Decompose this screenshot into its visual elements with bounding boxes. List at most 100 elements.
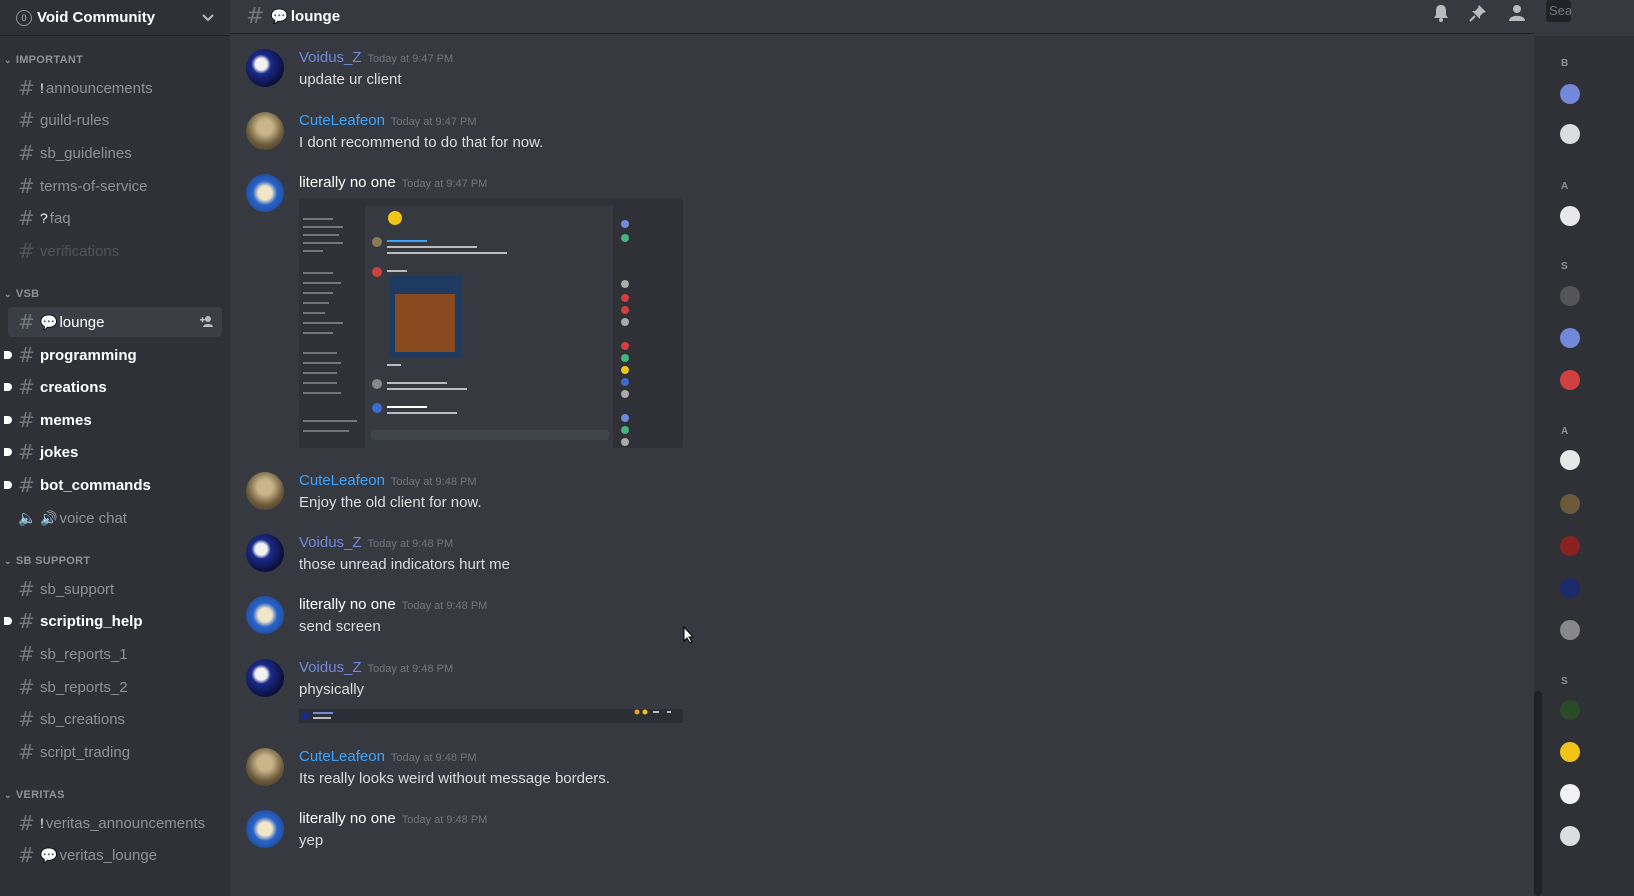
channel-veritas-lounge[interactable]: # 💬 veritas_lounge	[8, 840, 222, 870]
channel-voice-chat[interactable]: 🔈 🔊 voice chat	[8, 503, 222, 533]
hash-icon: #	[18, 740, 35, 764]
channel-sb-guidelines[interactable]: # sb_guidelines	[8, 138, 222, 168]
message-author[interactable]: Voidus_Z	[299, 534, 362, 551]
avatar[interactable]	[246, 596, 284, 634]
message-author[interactable]: literally no one	[299, 810, 396, 827]
scrollbar-thumb[interactable]	[1534, 691, 1542, 896]
avatar[interactable]	[1560, 494, 1580, 514]
category-label: VSB	[15, 288, 40, 300]
attachment-image[interactable]	[299, 198, 683, 448]
avatar[interactable]	[1560, 370, 1580, 390]
avatar[interactable]	[1560, 700, 1580, 720]
channel-terms-of-service[interactable]: # terms-of-service	[8, 171, 222, 201]
message-author[interactable]: CuteLeafeon	[299, 472, 385, 489]
category-important[interactable]: ⌄ IMPORTANT	[4, 54, 83, 66]
channel-creations[interactable]: # creations	[4, 372, 222, 402]
channel-label: bot_commands	[40, 476, 151, 494]
hash-icon: #	[18, 343, 35, 367]
add-member-icon[interactable]	[200, 315, 214, 330]
avatar[interactable]	[1560, 742, 1580, 762]
channel-jokes[interactable]: # jokes	[4, 437, 222, 467]
avatar[interactable]	[246, 534, 284, 572]
channel-lounge[interactable]: # 💬 lounge	[8, 307, 222, 337]
message-text: update ur client	[299, 71, 402, 88]
channel-label: jokes	[40, 443, 79, 461]
channel-veritas-announcements[interactable]: #! veritas_announcements	[8, 808, 222, 838]
avatar[interactable]	[1560, 450, 1580, 470]
hash-icon: #	[18, 811, 35, 835]
message-text: yep	[299, 832, 324, 849]
unread-indicator	[4, 351, 12, 359]
channel-label: scripting_help	[40, 612, 143, 630]
avatar[interactable]	[246, 112, 284, 150]
message-author[interactable]: CuteLeafeon	[299, 112, 385, 129]
hash-icon: #	[18, 141, 35, 165]
channel-label: terms-of-service	[40, 177, 148, 195]
hash-icon: #	[18, 609, 35, 633]
pin-icon[interactable]	[1469, 4, 1487, 27]
scrollbar[interactable]	[1534, 36, 1542, 896]
message-text: I dont recommend to do that for now.	[299, 134, 544, 151]
member-list: B A S A S	[1542, 36, 1634, 896]
avatar[interactable]	[246, 174, 284, 212]
avatar[interactable]	[1560, 124, 1580, 144]
avatar[interactable]	[246, 49, 284, 87]
avatar[interactable]	[1560, 826, 1580, 846]
guild-header[interactable]: 0 Void Community	[0, 0, 230, 36]
channel-announcements[interactable]: #! announcements	[8, 73, 222, 103]
channel-script-trading[interactable]: # script_trading	[8, 737, 222, 767]
message-author[interactable]: literally no one	[299, 596, 396, 613]
hash-icon: #	[246, 4, 265, 29]
avatar[interactable]	[1560, 784, 1580, 804]
avatar[interactable]	[246, 810, 284, 848]
category-veritas[interactable]: ⌄ VERITAS	[4, 789, 65, 801]
message-author[interactable]: literally no one	[299, 174, 396, 191]
message-author[interactable]: CuteLeafeon	[299, 748, 385, 765]
chevron-down-icon[interactable]	[202, 11, 214, 25]
avatar[interactable]	[1560, 206, 1580, 226]
hash-icon: #	[18, 375, 35, 399]
avatar[interactable]	[246, 472, 284, 510]
message-author[interactable]: Voidus_Z	[299, 49, 362, 66]
channel-sb-reports-1[interactable]: # sb_reports_1	[8, 639, 222, 669]
channel-prefix: !	[40, 815, 44, 831]
channel-prefix: 🔊	[40, 509, 58, 526]
channel-programming[interactable]: # programming	[4, 340, 222, 370]
channel-label: sb_creations	[40, 710, 126, 728]
avatar[interactable]	[1560, 84, 1580, 104]
channel-label: sb_reports_2	[40, 678, 128, 696]
avatar[interactable]	[1560, 328, 1580, 348]
channel-scripting-help[interactable]: # scripting_help	[4, 606, 222, 636]
category-label: IMPORTANT	[15, 54, 84, 66]
message-timestamp: Today at 9:48 PM	[367, 663, 454, 675]
avatar[interactable]	[246, 748, 284, 786]
category-sb-support[interactable]: ⌄ SB SUPPORT	[4, 555, 90, 567]
avatar[interactable]	[1560, 578, 1580, 598]
channel-sb-support[interactable]: # sb_support	[8, 574, 222, 604]
message-author[interactable]: Voidus_Z	[299, 659, 362, 676]
hash-icon: #	[18, 239, 35, 263]
bell-icon[interactable]	[1432, 4, 1450, 27]
channel-bot-commands[interactable]: # bot_commands	[4, 470, 222, 500]
hash-icon: #	[18, 707, 35, 731]
avatar[interactable]	[1560, 286, 1580, 306]
avatar[interactable]	[1560, 620, 1580, 640]
category-vsb[interactable]: ⌄ VSB	[4, 288, 39, 300]
members-icon[interactable]	[1506, 4, 1528, 27]
attachment-image[interactable]	[299, 709, 683, 723]
channel-memes[interactable]: # memes	[4, 405, 222, 435]
message-text: physically	[299, 681, 365, 698]
avatar[interactable]	[246, 659, 284, 697]
channel-verifications[interactable]: # verifications	[8, 236, 222, 266]
channel-sb-reports-2[interactable]: # sb_reports_2	[8, 672, 222, 702]
channel-label: programming	[40, 346, 137, 364]
channel-label: verifications	[40, 242, 120, 260]
channel-label: veritas_announcements	[45, 814, 206, 832]
channel-faq[interactable]: #? faq	[8, 203, 222, 233]
avatar[interactable]	[1560, 536, 1580, 556]
message-text: Enjoy the old client for now.	[299, 494, 482, 511]
channel-guild-rules[interactable]: # guild-rules	[8, 105, 222, 135]
channel-sb-creations[interactable]: # sb_creations	[8, 704, 222, 734]
search-input[interactable]: Sea	[1546, 0, 1571, 22]
hash-icon: #	[18, 206, 35, 230]
